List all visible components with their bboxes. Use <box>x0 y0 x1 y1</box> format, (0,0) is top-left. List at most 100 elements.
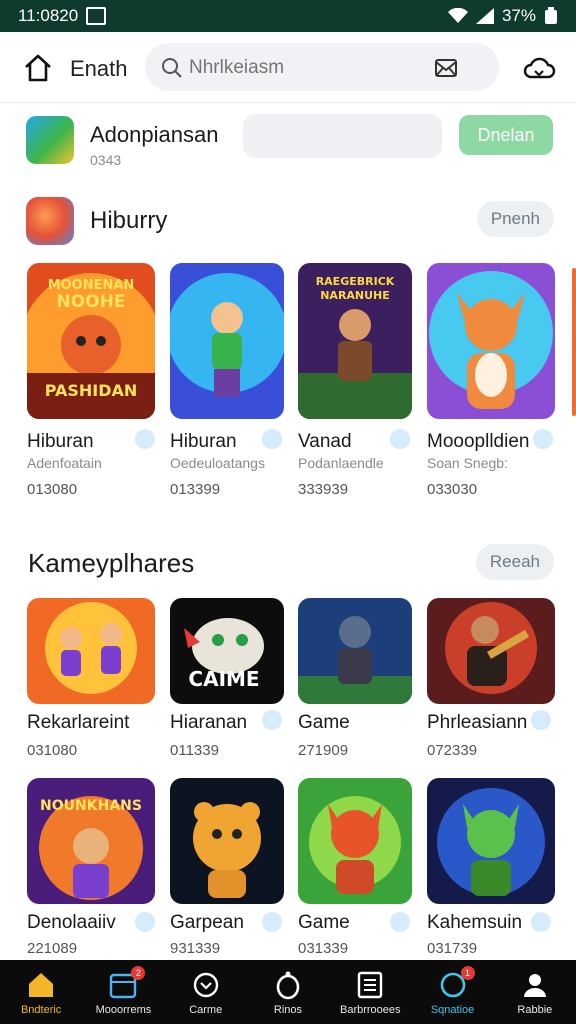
game-title: Hiburan <box>27 431 94 452</box>
wifi-icon <box>447 8 468 23</box>
svg-text:NOOHE: NOOHE <box>57 292 126 312</box>
svg-text:MOONENAN: MOONENAN <box>48 278 135 293</box>
game-count: 271909 <box>298 742 349 759</box>
nav-item-home[interactable]: Bndteric <box>0 960 82 1024</box>
verified-icon <box>262 710 282 730</box>
game-thumbnail: MOONENAN NOOHE PASHIDAN <box>27 263 155 419</box>
svg-text:NARANUHE: NARANUHE <box>320 289 390 302</box>
game-card[interactable]: RAEGEBRICK NARANUHE Vanad Podanlaendle 3… <box>298 263 428 498</box>
featured-app-sub: 0343 <box>90 152 122 168</box>
game-count: 013399 <box>170 481 221 498</box>
game-count: 931339 <box>170 940 221 957</box>
thumbnail-text: NOUNKHANS <box>40 798 142 814</box>
search-input[interactable] <box>187 51 451 85</box>
game-thumbnail <box>427 263 555 419</box>
nav-item-rings[interactable]: Rinos <box>247 960 329 1024</box>
section-title: Hiburry <box>90 207 168 234</box>
section-icon <box>26 197 74 245</box>
game-thumbnail <box>298 778 412 904</box>
game-card[interactable]: Hiburan Oedeuloatangs 013399 <box>170 263 300 498</box>
status-time: 11:0820 <box>18 6 79 25</box>
home-icon[interactable] <box>22 52 54 84</box>
status-bar: 11:0820 37% <box>0 0 576 32</box>
game-card[interactable]: Moooplldien Soan Snegb: 033030 <box>427 263 557 498</box>
nav-item-sync[interactable]: 1 Sqnatioe <box>411 960 493 1024</box>
game-count: 013080 <box>27 481 78 498</box>
game-thumbnail: CAIME <box>170 598 284 704</box>
game-count: 031739 <box>427 940 478 957</box>
game-card[interactable]: Rekarlareint 031080 <box>27 598 157 759</box>
game-card[interactable]: Phrleasiann 072339 <box>427 598 557 759</box>
download-button[interactable]: Dnelan <box>459 115 553 155</box>
see-more-button[interactable]: Pnenh <box>476 201 554 237</box>
nav-item-list[interactable]: Barbrrooees <box>329 960 411 1024</box>
game-count: 033030 <box>427 481 478 498</box>
featured-app-icon <box>26 116 74 164</box>
game-thumbnail <box>298 598 412 704</box>
cloud-icon[interactable] <box>522 50 556 84</box>
nav-item-calendar[interactable]: 2 Mooorrems <box>82 960 164 1024</box>
section-header-kameyplhares: Kameyplhares Reeah <box>0 542 576 582</box>
bottom-navigation: Bndteric 2 Mooorrems Carme Rinos Barbrro… <box>0 960 576 1024</box>
game-card[interactable]: Game 031339 <box>298 778 428 957</box>
ring-icon <box>276 971 300 1000</box>
game-count: 031339 <box>298 940 349 957</box>
battery-icon <box>545 7 557 24</box>
mail-icon[interactable] <box>433 55 459 81</box>
game-card[interactable]: NOUNKHANS Denolaaiiv 221089 <box>27 778 157 957</box>
verified-icon <box>390 429 410 449</box>
verified-icon <box>262 429 282 449</box>
featured-app-name: Adonpiansan <box>90 122 219 147</box>
game-count: 072339 <box>427 742 478 759</box>
game-thumbnail <box>170 778 284 904</box>
game-title: Game <box>298 912 350 933</box>
thumbnail-text: CAIME <box>188 667 259 691</box>
game-title: Game <box>298 712 350 733</box>
game-title: Kahemsuin <box>427 912 523 933</box>
game-subtitle: Soan Snegb: <box>427 455 508 471</box>
game-count: 221089 <box>27 940 78 957</box>
game-subtitle: Adenfoatain <box>27 455 102 471</box>
game-count: 011339 <box>170 742 219 759</box>
game-title: Garpean <box>170 912 244 933</box>
search-bar[interactable] <box>145 43 499 91</box>
home-icon <box>29 973 54 997</box>
svg-text:RAEGEBRICK: RAEGEBRICK <box>316 275 395 288</box>
verified-icon <box>531 912 551 932</box>
see-more-button[interactable]: Reeah <box>475 544 554 580</box>
section-title: Kameyplhares <box>28 548 195 578</box>
game-card[interactable]: MOONENAN NOOHE PASHIDAN Hiburan Adenfoat… <box>27 263 157 498</box>
game-card[interactable]: Kahemsuin 031739 <box>427 778 557 957</box>
game-thumbnail <box>427 598 555 704</box>
verified-icon <box>531 710 551 730</box>
gamepad-icon <box>193 972 218 998</box>
featured-app[interactable]: Adonpiansan 0343 Dnelan <box>0 110 576 180</box>
game-thumbnail <box>170 263 284 419</box>
game-thumbnail: NOUNKHANS <box>27 778 155 904</box>
notification-badge: 1 <box>460 966 475 980</box>
top-bar: Enath <box>0 32 576 103</box>
verified-icon <box>390 912 410 932</box>
svg-text:PASHIDAN: PASHIDAN <box>45 381 138 400</box>
nav-item-games[interactable]: Carme <box>165 960 247 1024</box>
game-title: Denolaaiiv <box>27 912 116 933</box>
game-card[interactable]: Garpean 931339 <box>170 778 300 957</box>
section-header-hiburry: Hiburry Pnenh <box>0 197 576 247</box>
game-subtitle: Oedeuloatangs <box>170 455 265 471</box>
game-count: 333939 <box>298 481 349 498</box>
notification-badge: 2 <box>131 966 146 980</box>
signal-icon <box>475 8 494 24</box>
featured-progress-bar <box>243 114 442 158</box>
profile-icon <box>523 974 546 997</box>
game-card[interactable]: CAIME Hiaranan 011339 <box>170 598 300 759</box>
next-card-peek <box>572 268 576 416</box>
game-title: Rekarlareint <box>27 712 130 733</box>
nav-item-profile[interactable]: Rabbie <box>494 960 576 1024</box>
search-icon <box>162 58 182 78</box>
game-card[interactable]: Game 271909 <box>298 598 428 759</box>
game-subtitle: Podanlaendle <box>298 455 384 471</box>
game-title: Hiaranan <box>170 712 248 733</box>
game-title: Moooplldien <box>427 431 530 452</box>
verified-icon <box>135 429 155 449</box>
game-count: 031080 <box>27 742 78 759</box>
